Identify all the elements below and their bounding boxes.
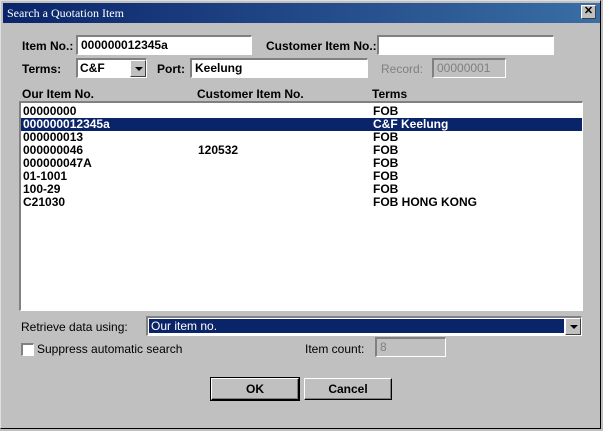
close-icon[interactable]: ✕ xyxy=(581,5,596,19)
results-list[interactable]: 00000000 FOB 000000012345a C&F Keelung 0… xyxy=(19,101,583,311)
title-bar[interactable]: Search a Quotation Item ✕ xyxy=(3,3,600,23)
table-row-selected[interactable]: 000000012345a C&F Keelung xyxy=(21,118,582,131)
terms-label: Terms: xyxy=(22,62,62,76)
item-count-field: 8 xyxy=(375,337,446,357)
table-row[interactable]: 000000013 FOB xyxy=(21,131,582,144)
customer-item-no-label: Customer Item No.: xyxy=(266,39,377,53)
port-input[interactable]: Keelung xyxy=(190,58,368,78)
record-label: Record: xyxy=(381,62,424,76)
item-no-label: Item No.: xyxy=(22,39,74,53)
terms-select[interactable]: C&F xyxy=(76,58,147,78)
table-row[interactable]: C21030 FOB HONG KONG xyxy=(21,196,582,209)
chevron-down-icon[interactable] xyxy=(565,318,581,335)
table-row[interactable]: 000000046 120532 FOB xyxy=(21,144,582,157)
item-no-input[interactable]: 000000012345a xyxy=(76,35,252,55)
terms-value: C&F xyxy=(80,61,105,75)
retrieve-label: Retrieve data using: xyxy=(21,320,128,334)
suppress-checkbox[interactable] xyxy=(21,343,34,356)
table-row[interactable]: 000000047A FOB xyxy=(21,157,582,170)
table-row[interactable]: 01-1001 FOB xyxy=(21,170,582,183)
cancel-button[interactable]: Cancel xyxy=(304,378,392,400)
row-customer: 120532 xyxy=(198,143,239,157)
retrieve-select[interactable]: Our item no. xyxy=(146,316,582,336)
row-item: C21030 xyxy=(23,195,66,209)
record-field: 00000001 xyxy=(432,58,506,78)
customer-item-no-input[interactable] xyxy=(377,35,554,55)
retrieve-value: Our item no. xyxy=(149,319,564,333)
ok-button[interactable]: OK xyxy=(210,377,300,401)
chevron-down-icon[interactable] xyxy=(130,60,146,77)
suppress-label: Suppress automatic search xyxy=(37,342,183,356)
column-header-terms: Terms xyxy=(372,87,408,101)
port-label: Port: xyxy=(157,62,185,76)
table-row[interactable]: 100-29 FOB xyxy=(21,183,582,196)
item-count-label: Item count: xyxy=(305,342,365,356)
column-header-customer-item: Customer Item No. xyxy=(197,87,304,101)
window-title: Search a Quotation Item xyxy=(7,6,124,20)
column-header-our-item: Our Item No. xyxy=(22,87,95,101)
row-terms: FOB HONG KONG xyxy=(373,195,477,209)
